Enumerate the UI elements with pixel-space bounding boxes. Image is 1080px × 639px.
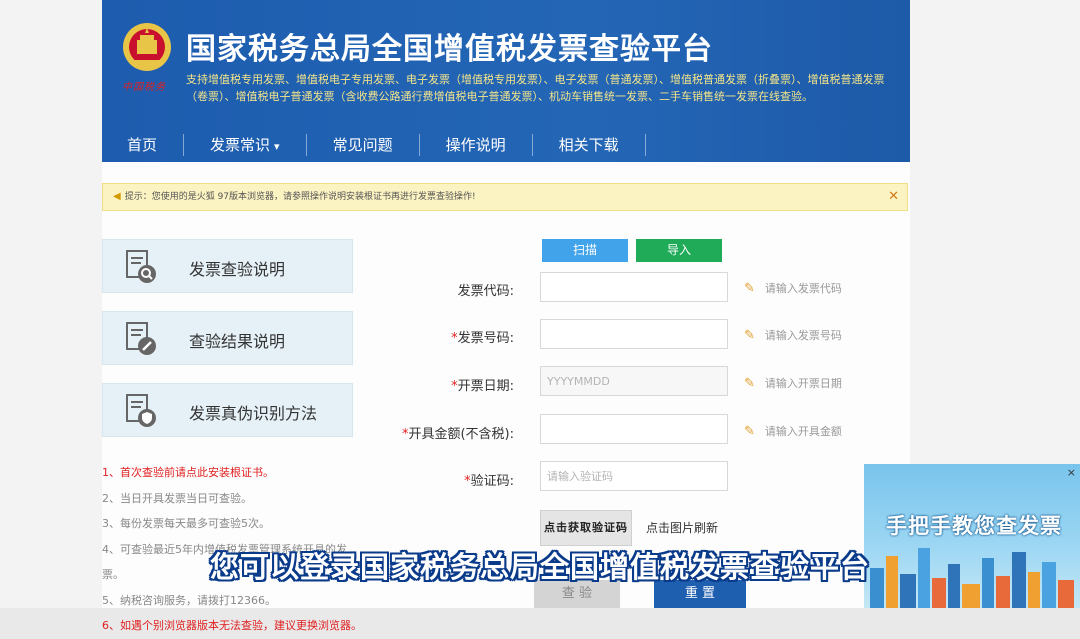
tip-item-browser: 6、如遇个别浏览器版本无法查验，建议更换浏览器。	[102, 619, 362, 632]
invoice-code-label: 发票代码:	[458, 280, 514, 299]
label-text: 开票日期:	[457, 379, 514, 394]
tax-emblem-icon	[123, 23, 171, 71]
hint-text: 请输入发票代码	[764, 282, 842, 295]
import-button[interactable]: 导入	[636, 239, 722, 262]
card-invoice-check-guide[interactable]: 发票查验说明	[102, 239, 353, 293]
nav-item-instructions[interactable]: 操作说明	[420, 134, 533, 156]
label-text: 发票代码:	[457, 284, 514, 299]
nav-item-label: 常见问题	[332, 136, 393, 154]
label-text: 发票号码:	[457, 331, 514, 346]
main-nav: 首页 发票常识 ▾ 常见问题 操作说明 相关下载	[102, 128, 910, 162]
invoice-number-label: *发票号码:	[451, 327, 514, 346]
invoice-code-hint: ✎ 请输入发票代码	[744, 280, 842, 296]
pencil-icon: ✎	[744, 376, 755, 391]
card-authenticity-method[interactable]: 发票真伪识别方法	[102, 383, 353, 437]
invoice-amount-label: *开具金额(不含税):	[402, 423, 514, 442]
nav-item-label: 发票常识	[210, 136, 271, 154]
captcha-image[interactable]: 点击获取验证码	[540, 510, 632, 546]
invoice-date-input[interactable]	[540, 366, 728, 396]
card-label: 发票查验说明	[189, 260, 286, 279]
pencil-icon: ✎	[744, 281, 755, 296]
browser-notice: ◀ 提示：您使用的是火狐 97版本浏览器，请参照操作说明安装根证书再进行发票查验操…	[102, 183, 908, 211]
promo-banner[interactable]: × 手把手教您查发票	[864, 464, 1080, 608]
invoice-code-input[interactable]	[540, 272, 728, 302]
document-shield-icon	[126, 394, 156, 427]
invoice-date-label: *开票日期:	[451, 375, 514, 394]
invoice-amount-hint: ✎ 请输入开具金额	[744, 423, 842, 439]
invoice-number-input[interactable]	[540, 319, 728, 349]
speaker-icon: ◀	[113, 191, 121, 202]
nav-item-label: 首页	[127, 136, 158, 154]
nav-item-label: 相关下载	[558, 136, 619, 154]
tip-install-cert[interactable]: 1、首次查验前请点此安装根证书。	[102, 460, 362, 486]
captcha-label: *验证码:	[464, 470, 514, 489]
nav-item-faq[interactable]: 常见问题	[307, 134, 420, 156]
close-icon[interactable]: ✕	[888, 184, 899, 210]
document-search-icon	[126, 250, 156, 283]
card-label: 发票真伪识别方法	[189, 404, 318, 423]
captcha-refresh-link[interactable]: 点击图片刷新	[646, 519, 718, 536]
hint-text: 请输入发票号码	[764, 329, 842, 342]
chevron-down-icon: ▾	[274, 140, 280, 153]
promo-title: 手把手教您查发票	[886, 514, 1062, 538]
card-label: 查验结果说明	[189, 332, 286, 351]
tip-item: 3、每份发票每天最多可查验5次。	[102, 517, 270, 530]
video-caption: 您可以登录国家税务总局全国增值税发票查验平台	[209, 550, 870, 584]
nav-item-label: 操作说明	[445, 136, 506, 154]
notice-text: 提示：您使用的是火狐 97版本浏览器，请参照操作说明安装根证书再进行发票查验操作…	[124, 192, 476, 202]
document-edit-icon	[126, 322, 156, 355]
tip-item: 5、纳税咨询服务，请拨打12366。	[102, 593, 276, 607]
scan-button[interactable]: 扫描	[542, 239, 628, 262]
site-title: 国家税务总局全国增值税发票查验平台	[186, 32, 713, 67]
hint-text: 请输入开票日期	[764, 377, 842, 390]
tip-item: 2、当日开具发票当日可查验。	[102, 491, 252, 505]
pencil-icon: ✎	[744, 328, 755, 343]
site-subtitle: 支持增值税专用发票、增值税电子专用发票、电子发票（增值税专用发票）、电子发票（普…	[186, 73, 885, 103]
pencil-icon: ✎	[744, 424, 755, 439]
nav-item-downloads[interactable]: 相关下载	[533, 134, 646, 156]
invoice-number-hint: ✎ 请输入发票号码	[744, 327, 842, 343]
emblem-caption: 中国税务	[122, 82, 166, 93]
nav-item-home[interactable]: 首页	[102, 134, 185, 156]
captcha-input[interactable]	[540, 461, 728, 491]
label-text: 开具金额(不含税):	[408, 427, 514, 442]
hint-text: 请输入开具金额	[764, 425, 842, 438]
close-icon[interactable]: ×	[1067, 466, 1076, 479]
card-check-result-guide[interactable]: 查验结果说明	[102, 311, 353, 365]
invoice-amount-input[interactable]	[540, 414, 728, 444]
label-text: 验证码:	[470, 474, 514, 489]
invoice-date-hint: ✎ 请输入开票日期	[744, 375, 842, 391]
nav-item-invoice-knowledge[interactable]: 发票常识 ▾	[184, 134, 307, 156]
